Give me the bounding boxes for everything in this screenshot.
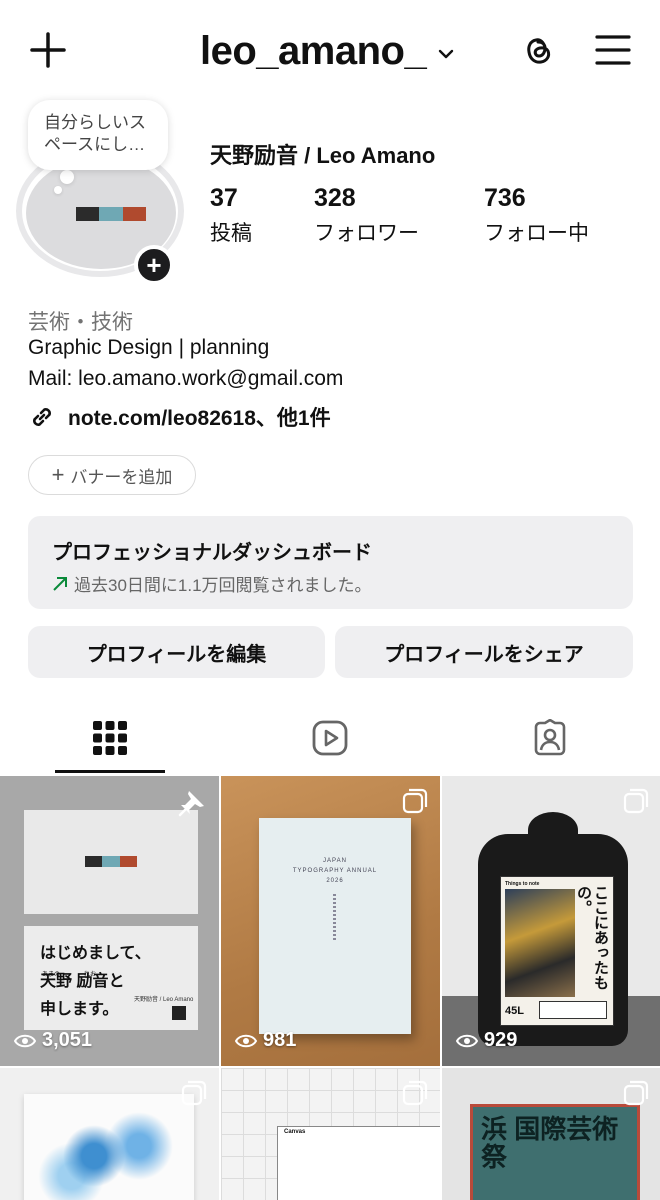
dashboard-title: プロフェッショナルダッシュボード [52,542,372,564]
poster: Things to note ここにあったもの。 45L [500,876,614,1026]
view-count-value: 981 [263,1029,297,1051]
plus-icon: + [51,462,65,487]
artwork-card [24,1094,194,1200]
view-count-value: 3,051 [42,1029,93,1051]
stat-label: フォロー中 [484,222,589,245]
card-ruby: あまの [42,972,61,978]
stat-followers[interactable]: 328 フォロワー [314,184,419,247]
stat-posts[interactable]: 37 投稿 [210,184,252,247]
post-tile[interactable]: 浜 国際芸術祭 [442,1068,660,1200]
qr-code [172,1006,186,1020]
multiple-images-icon [402,788,428,814]
eye-icon [14,1034,36,1047]
book-title-line: TYPOGRAPHY ANNUAL [292,868,378,874]
grid-icon [93,721,127,755]
note-bubble-tail-small [54,186,62,194]
view-count: 981 [235,1029,296,1052]
profile-category: 芸術・技術 [28,311,133,334]
multiple-images-icon [402,1080,428,1106]
book-title-line: JAPAN [323,858,347,864]
multiple-images-icon [623,1080,649,1106]
multiple-images-icon [181,1080,207,1106]
book-cover: JAPAN TYPOGRAPHY ANNUAL 2026 [259,818,411,1034]
stat-label: 投稿 [210,222,252,245]
post-tile[interactable]: Things to note ここにあったもの。 45L 929 [442,776,660,1066]
reels-icon [312,720,348,756]
post-tile[interactable]: JAPAN TYPOGRAPHY ANNUAL 2026 981 [221,776,440,1066]
post-tile[interactable] [0,1068,219,1200]
business-card-front [24,810,198,914]
garbage-bag-knot [528,812,578,848]
eye-icon [456,1034,478,1047]
stat-label: フォロワー [314,222,419,245]
account-switcher[interactable]: leo_amano_ [200,26,456,76]
plus-icon[interactable] [28,30,68,70]
note-bubble[interactable]: 自分らしいスペースにし… [28,100,168,170]
profile-link-text: note.com/leo82618、他1件 [68,407,331,430]
business-card-back: はじめまして、 あまの れお 天野 励音と 申します。 天野励音 / Leo A… [24,926,198,1030]
stat-following[interactable]: 736 フォロー中 [484,184,589,247]
poster-tag: Things to note [505,881,540,887]
festival-title: 浜 国際芸術祭 [481,1114,619,1172]
poster-label-box [539,1001,607,1019]
post-tile[interactable]: Canvas [221,1068,440,1200]
hamburger-menu-icon[interactable] [594,32,632,68]
multiple-images-icon [623,788,649,814]
display-name: 天野励音 / Leo Amano [210,143,436,168]
profile-link[interactable]: note.com/leo82618、他1件 [28,402,331,432]
festival-poster: 浜 国際芸術祭 [470,1104,640,1200]
add-banner-button[interactable]: + バナーを追加 [28,455,196,495]
tab-grid[interactable] [0,702,220,774]
profile-tabs [0,702,660,774]
tagged-icon [534,719,566,756]
trend-up-icon [53,576,67,591]
stat-value: 736 [484,184,526,212]
username-title: leo_amano_ [200,28,427,73]
threads-icon[interactable] [518,30,558,70]
edit-profile-button[interactable]: プロフィールを編集 [28,626,325,678]
add-story-button[interactable]: + [134,245,174,285]
poster-size: 45L [505,1005,524,1017]
tab-tagged[interactable] [440,702,660,774]
view-count: 3,051 [14,1029,92,1052]
canvas-window: Canvas [277,1126,440,1200]
note-bubble-tail [60,170,74,184]
bio-line: Graphic Design | planning [28,336,270,359]
book-title-line: 2026 [326,878,344,884]
add-banner-label: バナーを追加 [70,467,173,487]
posts-grid: はじめまして、 あまの れお 天野 励音と 申します。 天野励音 / Leo A… [0,776,660,1200]
professional-dashboard[interactable]: プロフェッショナルダッシュボード 過去30日間に1.1万回閲覧されました。 [28,516,633,609]
share-profile-button[interactable]: プロフィールをシェア [335,626,633,678]
canvas-label: Canvas [284,1129,306,1135]
stat-value: 328 [314,184,356,212]
book-vertical-text [333,894,336,940]
view-count: 929 [456,1029,517,1052]
tab-reels[interactable] [220,702,440,774]
link-icon [33,408,51,426]
poster-title: ここにあったもの。 [575,885,609,990]
pin-icon [178,791,204,817]
poster-image [505,889,575,997]
chevron-down-icon [439,49,454,59]
watercolor-art [34,1106,184,1200]
stat-value: 37 [210,184,238,212]
post-tile[interactable]: はじめまして、 あまの れお 天野 励音と 申します。 天野励音 / Leo A… [0,776,219,1066]
dashboard-subtitle: 過去30日間に1.1万回閲覧されました。 [74,576,372,595]
view-count-value: 929 [484,1029,518,1051]
card-ruby: れお [84,972,97,978]
tab-selected-indicator [55,770,165,773]
card-small-text: 天野励音 / Leo Amano [134,997,194,1003]
top-bar: leo_amano_ [0,0,660,100]
avatar-logo [76,207,146,221]
dashboard-subtitle-row: 過去30日間に1.1万回閲覧されました。 [52,571,609,596]
eye-icon [235,1034,257,1047]
bio-line: Mail: leo.amano.work@gmail.com [28,367,344,390]
